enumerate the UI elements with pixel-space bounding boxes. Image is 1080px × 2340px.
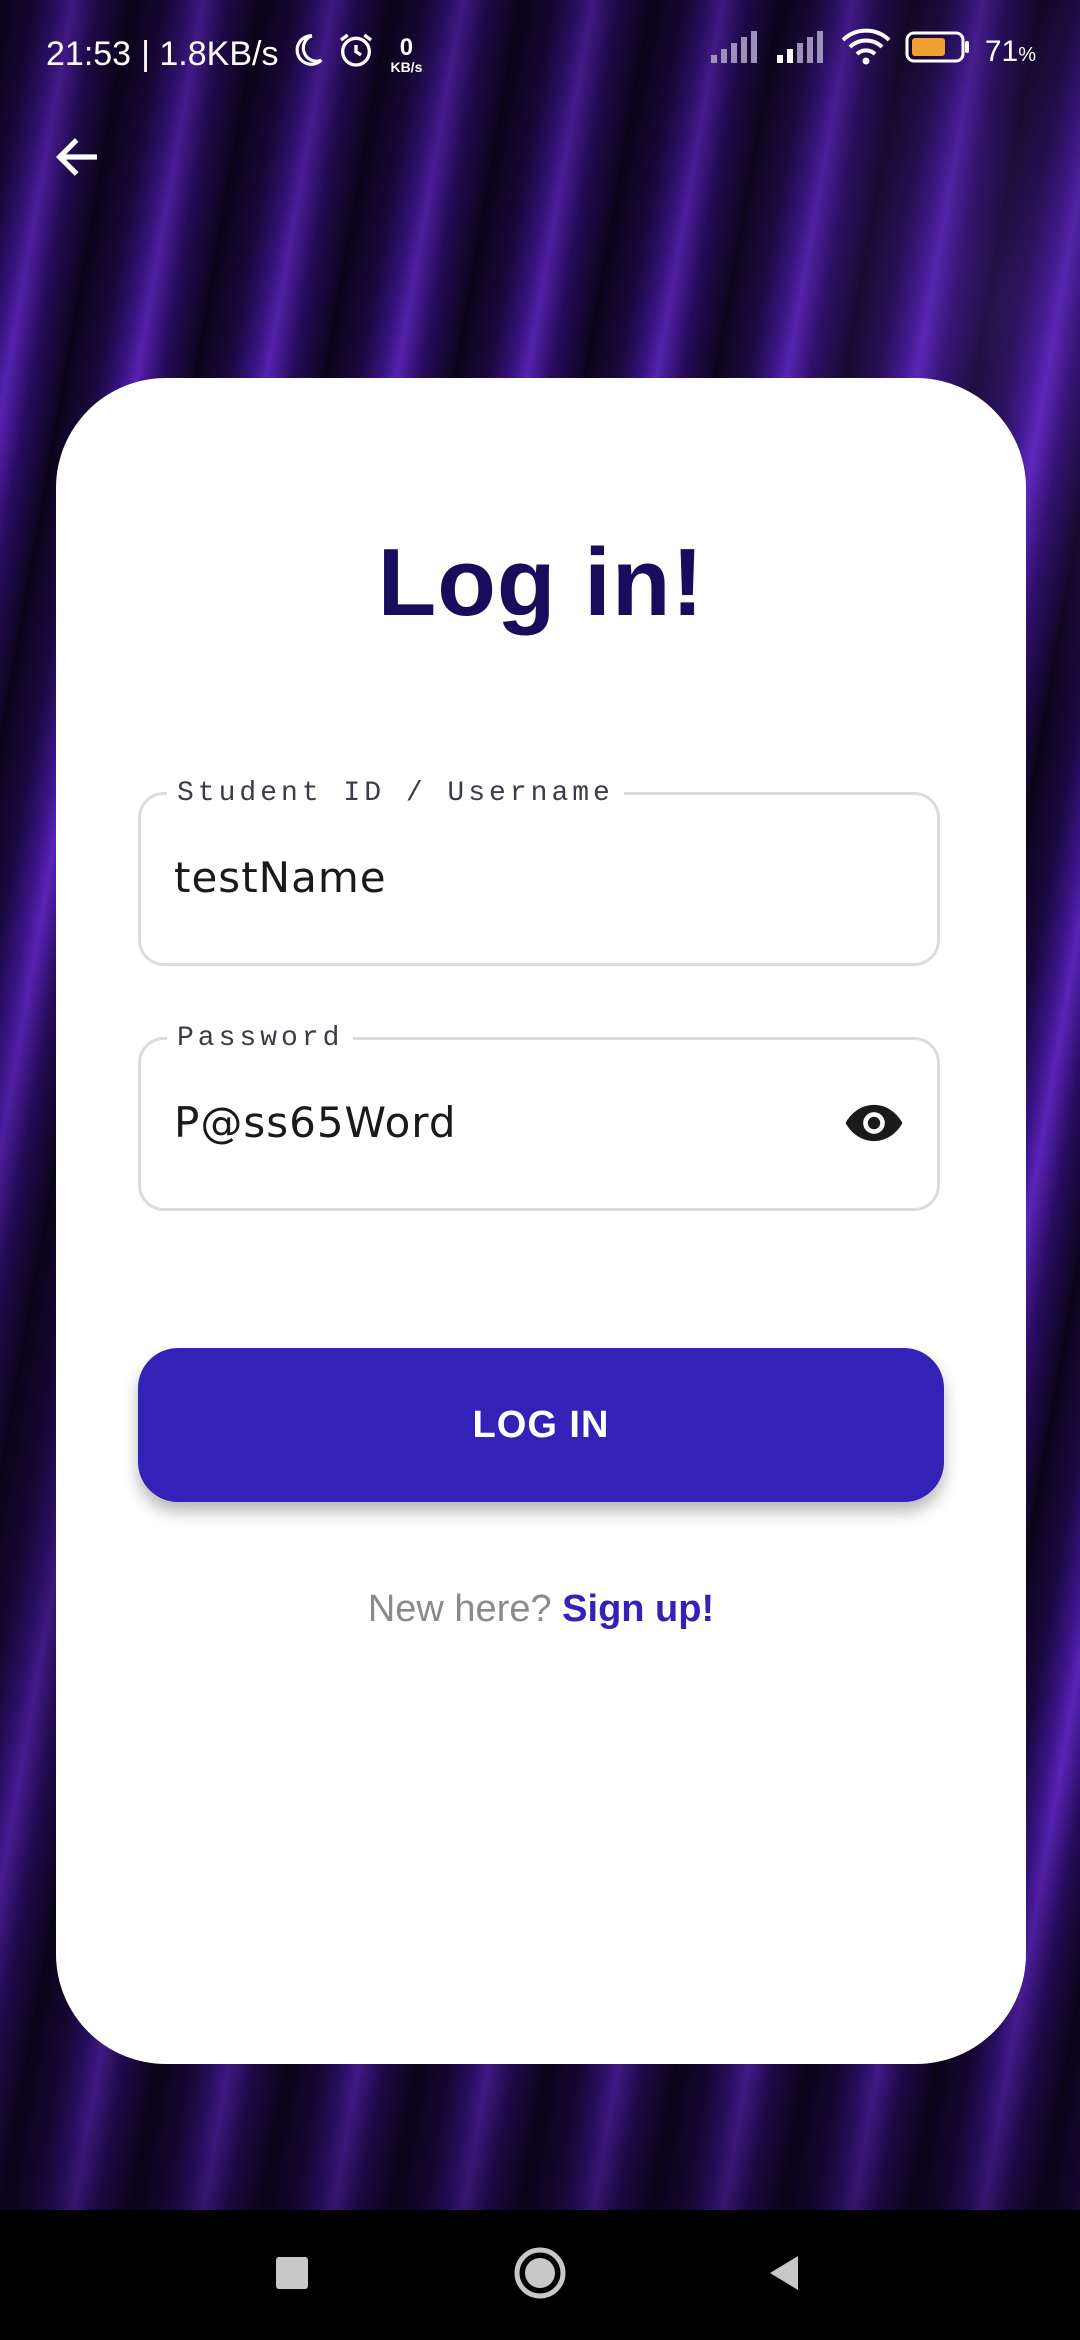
status-network-speed: | 1.8KB/s [141, 35, 279, 73]
recents-square-icon [274, 2255, 310, 2296]
arrow-left-icon [51, 131, 103, 188]
password-label: Password [167, 1021, 354, 1057]
username-label: Student ID / Username [167, 776, 624, 812]
signal-icon [709, 29, 761, 74]
nav-back-button[interactable] [751, 2242, 817, 2308]
battery-icon [905, 30, 971, 73]
login-button[interactable]: LOG IN [138, 1348, 944, 1502]
status-left: 21:53 | 1.8KB/s 0 KB/s [46, 30, 422, 79]
login-card: Log in! Student ID / Username testName P… [56, 378, 1026, 2064]
battery-percent-unit: % [1018, 43, 1036, 66]
signup-prompt-line: New here? Sign up! [56, 1588, 1026, 1631]
page-title: Log in! [377, 529, 705, 636]
battery-percent-value: 71 [984, 34, 1019, 68]
status-time: 21:53 [46, 35, 132, 73]
data-rate-unit: KB/s [390, 58, 423, 75]
signup-link[interactable]: Sign up! [562, 1588, 714, 1630]
password-input[interactable]: P@ss65Word [174, 1098, 457, 1147]
signal-icon [775, 29, 827, 74]
battery-percent: 71% [985, 35, 1036, 69]
home-circle-icon [512, 2245, 568, 2306]
status-bar: 21:53 | 1.8KB/s 0 KB/s 71% [0, 0, 1080, 100]
home-button[interactable] [507, 2242, 573, 2308]
back-button[interactable] [44, 126, 110, 192]
eye-icon [843, 1092, 905, 1159]
username-input[interactable]: testName [174, 853, 387, 902]
password-visibility-toggle[interactable] [841, 1092, 907, 1158]
signup-prompt: New here? [367, 1588, 552, 1630]
back-triangle-icon [764, 2253, 804, 2298]
alarm-icon [336, 30, 376, 79]
wifi-icon [841, 28, 891, 75]
navigation-bar [0, 2210, 1080, 2340]
data-rate-value: 0 [399, 33, 414, 61]
status-right: 71% [709, 28, 1036, 75]
username-field[interactable]: Student ID / Username testName [138, 776, 940, 966]
moon-icon [288, 31, 326, 78]
password-field[interactable]: Password P@ss65Word [138, 1021, 940, 1211]
data-rate-indicator: 0 KB/s [390, 33, 423, 75]
recents-button[interactable] [259, 2242, 325, 2308]
